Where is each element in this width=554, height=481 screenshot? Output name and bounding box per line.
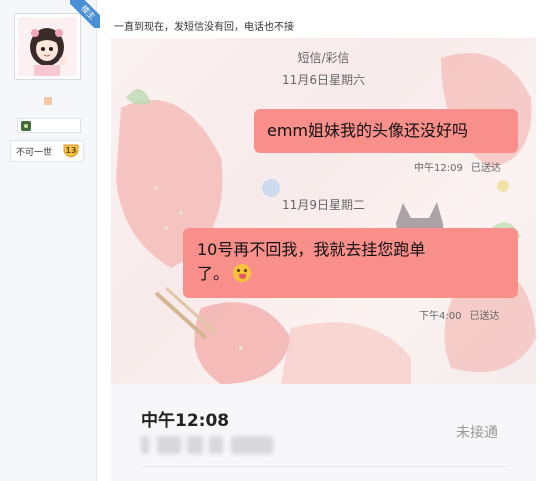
call-status: 未接通: [456, 425, 498, 441]
message-status: 已送达: [469, 311, 500, 322]
sms-header: 短信/彩信: [297, 51, 350, 65]
level-number: 13: [65, 146, 77, 155]
message-bubble[interactable]: emm姐妹我的头像还没好吗: [254, 109, 518, 153]
divider: [141, 466, 506, 467]
message-text-line-2: 了。: [197, 262, 504, 286]
level-name: 不可一世: [16, 148, 53, 158]
sms-screenshot: 短信/彩信 11月6日星期六 emm姐妹我的头像还没好吗 中午12:09 已送达 …: [111, 38, 536, 384]
medal-badge[interactable]: [17, 118, 81, 133]
tongue-face-emoji-icon: [233, 264, 252, 282]
message-text: emm姐妹我的头像还没好吗: [267, 121, 469, 140]
post-text: 一直到现在，发短信没有回，电话也不接: [114, 22, 294, 33]
level-badge[interactable]: 不可一世 13: [10, 140, 84, 162]
message-time: 下午4:00: [419, 311, 462, 322]
message-meta: 下午4:00 已送达: [419, 307, 499, 322]
message-time: 中午12:09: [414, 163, 463, 174]
message-text: 了。: [197, 264, 230, 283]
message-status: 已送达: [470, 163, 501, 174]
message-text-line: 10号再不回我，我就去挂您跑单: [197, 240, 426, 259]
op-ribbon-label: 楼主: [70, 0, 100, 28]
call-record[interactable]: 中午12:08 未接通: [111, 384, 536, 481]
author-sidebar: 楼主 不可一世 13: [0, 0, 100, 481]
message-bubble[interactable]: 10号再不回我，我就去挂您跑单 了。: [183, 228, 518, 298]
message-date: 11月9日星期二: [282, 198, 365, 212]
avatar-image: [18, 17, 77, 76]
status-dot: [44, 97, 52, 105]
op-ribbon: 楼主: [70, 0, 100, 28]
message-meta: 中午12:09 已送达: [414, 159, 501, 174]
medal-icon: [21, 121, 31, 131]
message-date: 11月6日星期六: [282, 73, 365, 87]
avatar-illustration: [18, 17, 77, 76]
redacted-phone-number: [141, 436, 281, 454]
level-shield-icon: 13: [63, 144, 79, 158]
call-time: 中午12:08: [141, 411, 230, 431]
